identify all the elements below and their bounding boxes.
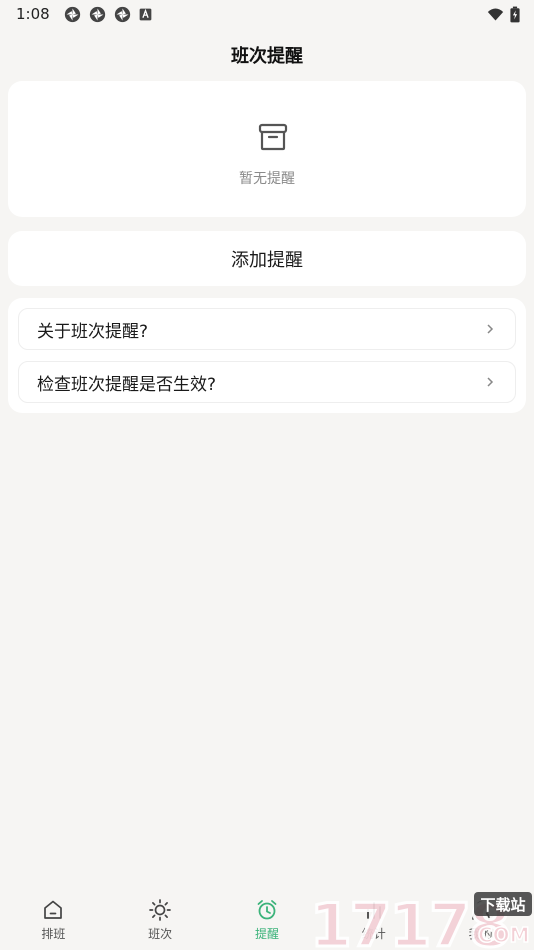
aperture-icon	[114, 6, 130, 22]
nav-label: 提醒	[254, 927, 279, 941]
user-icon	[471, 901, 490, 920]
status-bar: 1:08	[0, 0, 534, 28]
home-icon	[44, 900, 63, 919]
a-icon	[139, 8, 152, 20]
nav-item-stats[interactable]: 统计	[334, 898, 414, 942]
wifi-icon	[487, 8, 504, 20]
nav-item-profile[interactable]: 我的	[441, 898, 521, 942]
status-time: 1:08	[16, 5, 50, 23]
nav-item-shifts[interactable]: 班次	[120, 898, 200, 942]
alarm-clock-icon	[257, 900, 277, 920]
nav-label: 班次	[148, 927, 173, 941]
faq-item-label: 关于班次提醒?	[37, 321, 149, 342]
nav-item-schedule[interactable]: 排班	[13, 898, 93, 942]
sun-icon	[149, 899, 172, 921]
nav-label: 我的	[468, 927, 493, 941]
empty-state-text: 暂无提醒	[239, 171, 295, 187]
add-reminder-label: 添加提醒	[231, 249, 303, 271]
bar-chart-icon	[366, 902, 381, 919]
archive-icon	[258, 123, 288, 151]
add-reminder-button[interactable]: 添加提醒	[8, 231, 526, 286]
nav-label: 统计	[361, 927, 386, 941]
aperture-icon	[64, 6, 80, 22]
nav-item-reminders[interactable]: 提醒	[227, 898, 307, 942]
faq-item-check[interactable]: 检查班次提醒是否生效?	[18, 361, 516, 403]
bottom-nav: 排班 班次 提醒 统计 我的	[0, 890, 534, 950]
faq-item-label: 检查班次提醒是否生效?	[37, 374, 217, 395]
screen: 1:08 班次提醒 暂无提醒 添加提醒 关于班次提醒? 检查班次提醒是否生效? …	[0, 0, 534, 950]
aperture-icon	[89, 6, 105, 22]
status-right	[487, 6, 520, 23]
page-title: 班次提醒	[231, 46, 303, 67]
nav-label: 排班	[41, 927, 66, 941]
faq-card: 关于班次提醒? 检查班次提醒是否生效?	[8, 298, 526, 413]
chevron-right-icon	[487, 377, 494, 387]
status-left: 1:08	[16, 5, 152, 23]
empty-state-card	[8, 81, 526, 217]
chevron-right-icon	[487, 324, 494, 334]
faq-item-about[interactable]: 关于班次提醒?	[18, 308, 516, 350]
battery-icon	[510, 6, 520, 22]
